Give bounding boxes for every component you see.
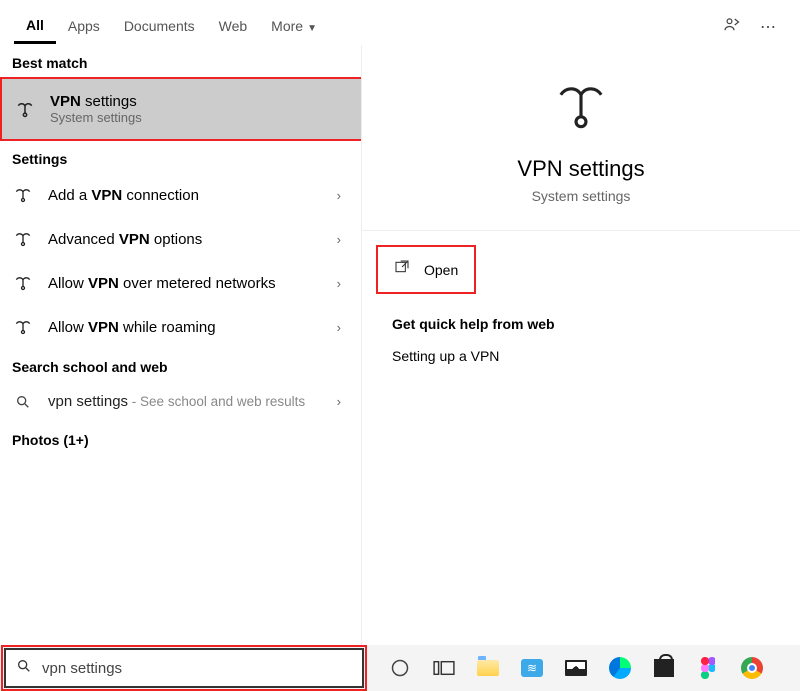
settings-item-add-vpn[interactable]: Add a VPN connection ›: [0, 173, 361, 217]
chevron-down-icon: ▼: [307, 23, 317, 34]
search-input[interactable]: [42, 660, 352, 677]
mail-icon[interactable]: [564, 656, 588, 680]
tab-documents[interactable]: Documents: [112, 12, 207, 42]
vpn-icon: [12, 273, 34, 293]
web-result-item[interactable]: vpn settings - See school and web result…: [0, 381, 361, 422]
file-explorer-icon[interactable]: [476, 656, 500, 680]
settings-item-label: Allow VPN over metered networks: [48, 275, 323, 292]
tab-web[interactable]: Web: [207, 12, 260, 42]
chevron-right-icon: ›: [337, 188, 349, 203]
open-label: Open: [424, 262, 458, 278]
best-match-header: Best match: [0, 45, 361, 77]
chevron-right-icon: ›: [337, 276, 349, 291]
settings-item-advanced-vpn[interactable]: Advanced VPN options ›: [0, 217, 361, 261]
settings-item-label: Advanced VPN options: [48, 231, 323, 248]
settings-header: Settings: [0, 141, 361, 173]
app-icon[interactable]: [520, 656, 544, 680]
figma-icon[interactable]: [696, 656, 720, 680]
tab-more[interactable]: More▼: [259, 12, 329, 42]
feedback-icon[interactable]: [712, 10, 750, 45]
taskbar: [0, 645, 800, 691]
vpn-icon: [12, 317, 34, 337]
best-match-title: VPN settings: [50, 93, 349, 110]
open-button[interactable]: Open: [376, 245, 476, 294]
tab-all[interactable]: All: [14, 11, 56, 44]
search-box[interactable]: [4, 648, 364, 688]
preview-title: VPN settings: [362, 156, 800, 182]
more-options-icon[interactable]: ⋯: [750, 11, 786, 43]
vpn-icon: [362, 79, 800, 138]
chevron-right-icon: ›: [337, 232, 349, 247]
settings-item-label: Add a VPN connection: [48, 187, 323, 204]
cortana-icon[interactable]: [388, 656, 412, 680]
photos-header[interactable]: Photos (1+): [0, 422, 361, 454]
vpn-icon: [14, 99, 36, 119]
task-view-icon[interactable]: [432, 656, 456, 680]
help-header: Get quick help from web: [362, 294, 800, 342]
settings-item-metered-vpn[interactable]: Allow VPN over metered networks ›: [0, 261, 361, 305]
web-header: Search school and web: [0, 349, 361, 381]
edge-icon[interactable]: [608, 656, 632, 680]
best-match-result[interactable]: VPN settings System settings: [0, 77, 361, 141]
search-icon: [12, 394, 34, 410]
divider: [362, 230, 800, 231]
chrome-icon[interactable]: [740, 656, 764, 680]
search-icon: [16, 658, 32, 679]
settings-item-roaming-vpn[interactable]: Allow VPN while roaming ›: [0, 305, 361, 349]
settings-item-label: Allow VPN while roaming: [48, 319, 323, 336]
chevron-right-icon: ›: [337, 320, 349, 335]
store-icon[interactable]: [652, 656, 676, 680]
help-link-setup-vpn[interactable]: Setting up a VPN: [362, 342, 800, 370]
preview-subtitle: System settings: [362, 188, 800, 204]
vpn-icon: [12, 185, 34, 205]
vpn-icon: [12, 229, 34, 249]
best-match-subtitle: System settings: [50, 110, 349, 125]
tab-apps[interactable]: Apps: [56, 12, 112, 42]
web-result-label: vpn settings - See school and web result…: [48, 393, 323, 410]
chevron-right-icon: ›: [337, 394, 349, 409]
open-icon: [394, 259, 410, 280]
